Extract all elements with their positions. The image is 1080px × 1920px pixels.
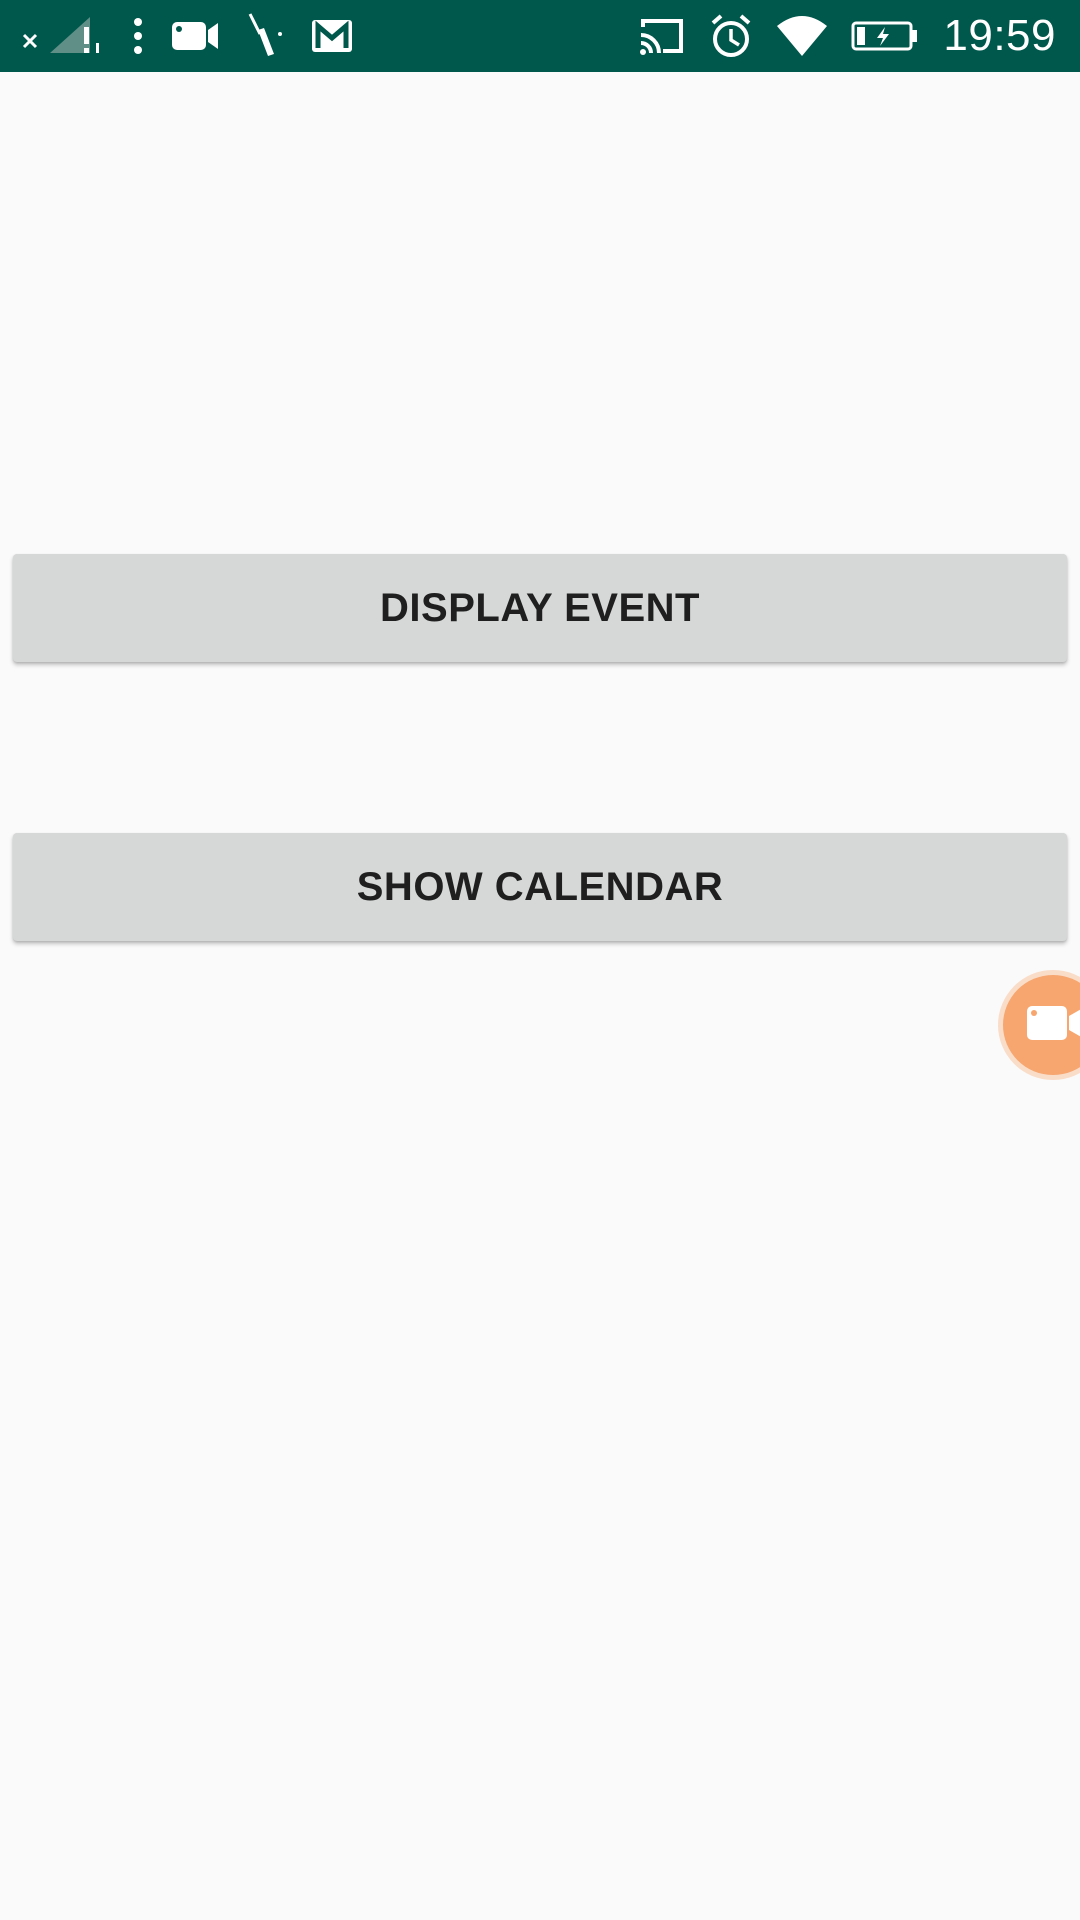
status-bar: 19:59 <box>0 0 1080 72</box>
display-event-button[interactable]: DISPLAY EVENT <box>13 554 1067 662</box>
alarm-icon <box>709 13 753 59</box>
video-camera-icon <box>170 18 220 54</box>
status-left-icons <box>20 0 380 72</box>
main-content <box>0 72 1080 1920</box>
status-right-icons: 19:59 <box>615 0 1056 72</box>
screwdriver-icon <box>246 12 284 60</box>
wifi-icon <box>775 14 829 58</box>
show-calendar-button[interactable]: SHOW CALENDAR <box>13 833 1067 941</box>
clock: 19:59 <box>943 11 1056 60</box>
cast-icon <box>637 15 687 57</box>
video-camera-icon <box>1025 1002 1080 1049</box>
gmail-icon <box>310 18 354 54</box>
signal-no-service-icon <box>20 13 106 59</box>
overflow-dots-icon <box>132 16 144 56</box>
battery-charging-icon <box>851 20 919 52</box>
